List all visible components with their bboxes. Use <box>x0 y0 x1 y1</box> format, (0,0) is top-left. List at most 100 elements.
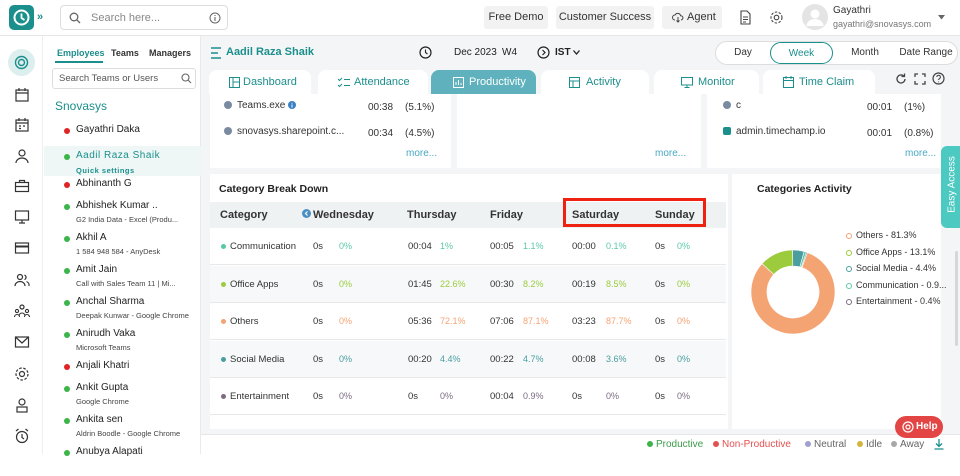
status-dot <box>64 300 70 306</box>
app-percent: (4.5%) <box>405 128 435 139</box>
category-name: Communication <box>230 241 296 252</box>
productivity-icon <box>453 77 464 88</box>
app-name: admin.timechamp.io <box>736 126 826 137</box>
expand-menu-icon[interactable]: » <box>37 11 43 23</box>
search-placeholder[interactable]: Search here... <box>91 12 160 24</box>
user-icon[interactable] <box>14 148 30 164</box>
users-icon[interactable] <box>14 272 30 288</box>
period-month[interactable]: Month <box>841 42 889 64</box>
left-navigation <box>0 36 43 454</box>
credit-card-icon[interactable] <box>14 240 30 256</box>
top-apps-card: Teams.exe 00:38 (5.1%) snovasys.sharepoi… <box>210 94 451 168</box>
mail-icon[interactable] <box>14 334 30 350</box>
customer-success-button[interactable]: Customer Success <box>556 6 654 29</box>
header-category: Category <box>220 209 268 221</box>
free-demo-button[interactable]: Free Demo <box>484 6 548 29</box>
more-link[interactable]: more... <box>905 148 936 159</box>
scrollbar-thumb[interactable] <box>955 251 958 346</box>
status-dot <box>64 268 70 274</box>
table-row: Communication 0s 0% 00:04 1% 00:05 1.1% 00:00 0.… <box>210 228 726 265</box>
tab-managers[interactable]: Managers <box>149 48 191 58</box>
avatar[interactable] <box>802 4 828 30</box>
legend-non-productive-label: Non-Productive <box>722 439 791 450</box>
help-button[interactable]: Help <box>895 416 943 438</box>
next-arrow-icon[interactable] <box>537 46 550 59</box>
download-icon[interactable] <box>934 439 944 450</box>
tab-activity[interactable]: Activity <box>541 70 649 94</box>
period-week[interactable]: Week <box>770 42 833 64</box>
calendar-icon[interactable] <box>14 87 30 103</box>
tab-productivity[interactable]: Productivity <box>431 70 536 94</box>
legend-ring <box>846 233 852 239</box>
employee-list-item[interactable]: Amit Jain Call with Sales Team 11 | Mi... <box>44 264 201 294</box>
employee-list-item[interactable]: Anubya Alapati <box>44 446 201 476</box>
info-icon[interactable] <box>209 12 221 24</box>
more-link[interactable]: more... <box>655 148 686 159</box>
global-search[interactable]: Search here... <box>60 5 228 30</box>
employee-list-item[interactable]: Anirudh Vaka Microsoft Teams <box>44 328 201 358</box>
employee-list-item[interactable]: Ankita sen Aldrin Boodle - Google Chrome <box>44 414 201 444</box>
legend-dot <box>805 441 811 447</box>
tab-productivity-label: Productivity <box>469 76 526 88</box>
quick-settings-link[interactable]: Quick settings <box>76 166 135 175</box>
help-question-icon[interactable] <box>932 72 945 85</box>
employee-list-item[interactable]: Akhil A 1 584 948 584 - AnyDesk <box>44 232 201 262</box>
calendar-grid-icon[interactable] <box>14 117 30 133</box>
agent-button[interactable]: Agent <box>662 6 722 29</box>
employee-list-item[interactable]: Anchal Sharma Deepak Kunwar - Google Chro… <box>44 296 201 326</box>
tab-teams[interactable]: Teams <box>111 48 139 58</box>
legend-non-productive: Non-Productive <box>713 439 791 450</box>
tab-monitor[interactable]: Monitor <box>654 70 759 94</box>
fullscreen-icon[interactable] <box>914 73 926 85</box>
tab-employees[interactable]: Employees <box>57 48 105 58</box>
refresh-icon[interactable] <box>895 73 907 85</box>
status-dot <box>64 128 70 134</box>
info-icon[interactable] <box>288 101 296 109</box>
monitor-icon[interactable] <box>14 209 30 225</box>
more-link[interactable]: more... <box>406 148 437 159</box>
tab-dashboard[interactable]: Dashboard <box>209 70 311 94</box>
tab-attendance[interactable]: Attendance <box>318 70 428 94</box>
percent-value: 87.7% <box>606 316 632 326</box>
status-dot <box>64 418 70 424</box>
menu-list-icon[interactable] <box>211 47 221 59</box>
clock-icon[interactable] <box>419 46 432 59</box>
employee-name: Anjali Khatri <box>76 360 130 371</box>
timezone-select[interactable]: IST <box>555 47 571 58</box>
percent-value: 0% <box>606 391 620 401</box>
date-label[interactable]: Dec 2023 <box>454 47 497 58</box>
employee-search-input[interactable]: Search Teams or Users <box>52 68 196 89</box>
category-name: Entertainment <box>230 391 290 402</box>
chevron-down-icon[interactable] <box>573 50 580 55</box>
app-name: Teams.exe <box>237 100 286 111</box>
employee-list-item[interactable]: Abhishek Kumar .. G2 India Data - Excel (… <box>44 200 201 230</box>
settings-icon[interactable] <box>769 10 784 25</box>
period-date-range[interactable]: Date Range <box>895 42 957 64</box>
activity-icon <box>569 77 580 88</box>
tab-time-claim[interactable]: Time Claim <box>763 70 875 94</box>
legend-away-label: Away <box>900 439 925 450</box>
document-icon[interactable] <box>739 10 752 25</box>
alarm-clock-icon[interactable] <box>14 428 30 444</box>
status-dot <box>64 332 70 338</box>
briefcase-icon[interactable] <box>14 178 30 194</box>
nav-productivity-active[interactable] <box>8 49 35 76</box>
app-time: 00:01 <box>867 102 893 113</box>
employee-current-activity: Microsoft Teams <box>76 343 131 352</box>
employee-list-item[interactable]: Aadil Raza Shaik Quick settings <box>44 146 201 176</box>
easy-access-button[interactable]: Easy Access <box>941 146 960 228</box>
employee-list-item[interactable]: Ankit Gupta Google Chrome <box>44 382 201 412</box>
user-settings-icon[interactable] <box>14 397 30 413</box>
organization-name: Snovasys <box>55 99 108 113</box>
legend-dot <box>857 441 863 447</box>
app-logo[interactable] <box>9 5 34 30</box>
website-icon <box>723 101 731 109</box>
period-day[interactable]: Day <box>721 42 765 64</box>
gear-icon[interactable] <box>14 366 30 382</box>
lifebuoy-icon <box>902 421 914 433</box>
chevron-down-icon[interactable] <box>938 15 945 20</box>
website-icon <box>224 127 232 135</box>
chevron-left-icon[interactable] <box>302 209 311 218</box>
category-dot <box>221 356 226 362</box>
team-icon[interactable] <box>14 303 30 319</box>
